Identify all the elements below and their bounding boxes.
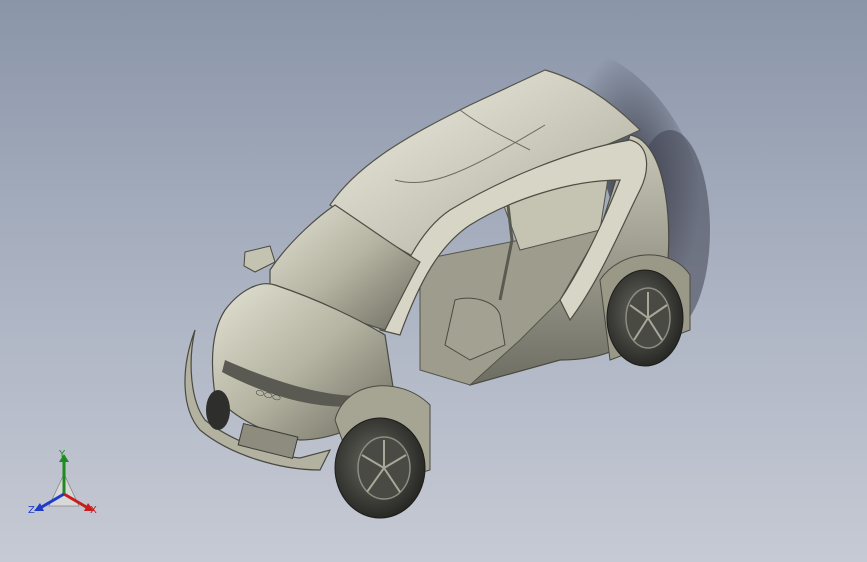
coordinate-triad[interactable]: Y X Z bbox=[24, 448, 104, 524]
graphics-viewport[interactable]: ⬭⬭⬭ Y X Z bbox=[0, 0, 867, 562]
axis-z-label: Z bbox=[28, 505, 35, 516]
far-front-tire bbox=[206, 390, 230, 430]
axis-y-label: Y bbox=[59, 449, 66, 460]
side-mirror bbox=[243, 245, 276, 273]
car-model[interactable]: ⬭⬭⬭ bbox=[0, 0, 867, 562]
axis-x-label: X bbox=[90, 505, 97, 516]
